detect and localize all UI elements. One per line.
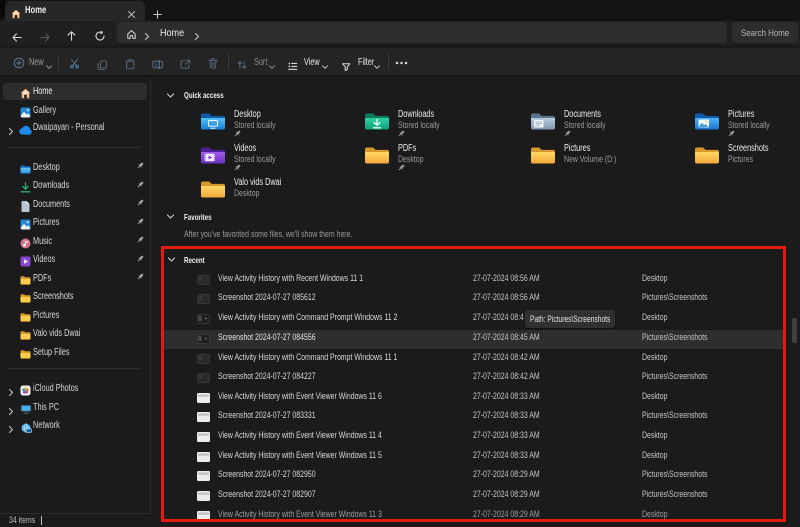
svg-text:a: a [155,62,158,68]
